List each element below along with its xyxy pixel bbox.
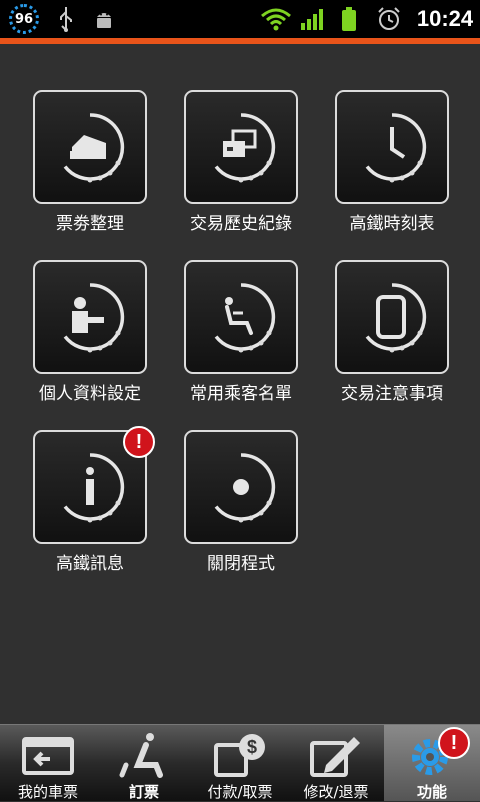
alarm-icon xyxy=(374,0,404,38)
menu-item-label: 高鐵時刻表 xyxy=(349,214,435,234)
menu-item-box[interactable] xyxy=(335,90,449,204)
booking-seat-icon xyxy=(119,733,163,778)
usb-icon xyxy=(56,0,76,38)
menu-item-box[interactable] xyxy=(184,90,298,204)
person-icon xyxy=(58,283,125,353)
menu-item-label: 交易歷史紀錄 xyxy=(190,214,292,234)
android-debug-icon xyxy=(90,0,118,38)
menu-item-label: 高鐵訊息 xyxy=(56,554,124,574)
bottom-tab-bar: 我的車票 訂票 $ 付款/取票 修改/退票 ! 功能 xyxy=(0,724,480,801)
menu-item-box[interactable] xyxy=(184,260,298,374)
tab-my-tickets[interactable]: 我的車票 xyxy=(0,725,96,801)
tab-label: 功能 xyxy=(416,783,447,801)
menu-item-label: 常用乘客名單 xyxy=(190,384,292,404)
phone-icon xyxy=(360,283,427,353)
tab-booking[interactable]: 訂票 xyxy=(96,725,192,801)
menu-item-label: 交易注意事項 xyxy=(341,384,443,404)
menu-item-label: 票劵整理 xyxy=(56,214,124,234)
history-icon xyxy=(209,113,276,183)
menu-item-label: 關閉程式 xyxy=(207,554,275,574)
status-clock: 10:24 xyxy=(416,6,474,31)
tab-modify-refund[interactable]: 修改/退票 xyxy=(288,725,384,801)
menu-item-box[interactable] xyxy=(335,260,449,374)
status-bar: 96 10:24 xyxy=(0,0,480,38)
menu-item-box[interactable] xyxy=(33,90,147,204)
close-app-icon xyxy=(209,453,276,523)
edit-icon xyxy=(310,737,360,777)
seat-icon xyxy=(209,283,276,353)
function-menu-grid: 票劵整理 交易歷史紀錄 高鐵時刻表 個人資料設定 常用乘客名單 交易注意事項 !… xyxy=(0,44,480,724)
clock-icon xyxy=(360,113,427,183)
battery-percent-indicator: 96 xyxy=(6,0,42,38)
my-ticket-icon xyxy=(22,737,74,775)
tab-label: 付款/取票 xyxy=(207,783,273,801)
tab-functions[interactable]: ! 功能 xyxy=(384,725,480,801)
svg-text:$: $ xyxy=(247,737,257,757)
battery-icon xyxy=(338,0,360,38)
tab-label: 修改/退票 xyxy=(303,783,369,801)
info-icon xyxy=(58,453,125,523)
tab-payment-pickup[interactable]: $ 付款/取票 xyxy=(192,725,288,801)
ticket-icon xyxy=(58,113,125,183)
alert-badge: ! xyxy=(438,727,470,759)
battery-percent-text: 96 xyxy=(14,11,34,27)
payment-icon: $ xyxy=(214,734,265,777)
alert-badge: ! xyxy=(123,426,155,458)
tab-label: 訂票 xyxy=(128,783,159,801)
wifi-icon xyxy=(258,0,294,38)
menu-item-box[interactable] xyxy=(184,430,298,544)
signal-strength-icon xyxy=(298,0,328,38)
tab-label: 我的車票 xyxy=(17,783,78,801)
menu-item-label: 個人資料設定 xyxy=(39,384,141,404)
menu-item-box[interactable] xyxy=(33,260,147,374)
